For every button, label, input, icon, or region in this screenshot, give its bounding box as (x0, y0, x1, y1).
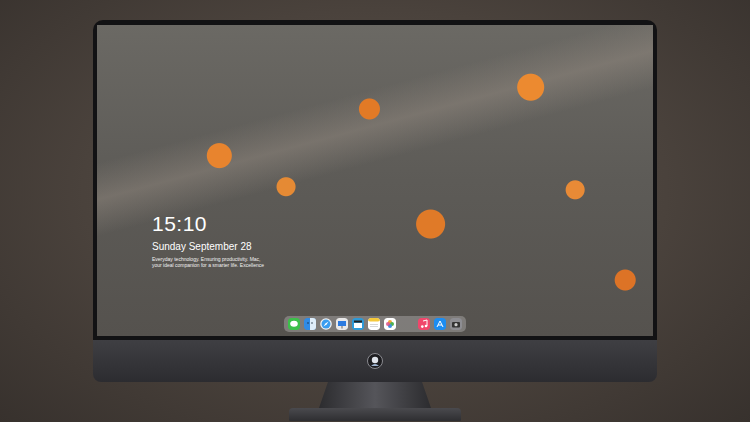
dock-item[interactable] (384, 318, 396, 330)
notes-icon (368, 318, 380, 330)
lock-clock: 15:10 Sunday September 28 Everyday techn… (152, 212, 653, 268)
monitor-base (289, 408, 461, 421)
logo-icon (367, 353, 383, 369)
monitor-bezel: 15:10 Sunday September 28 Everyday techn… (93, 20, 657, 340)
camera-icon (450, 318, 462, 330)
dock-item[interactable] (304, 318, 316, 330)
dock-item[interactable] (288, 318, 300, 330)
dock-item[interactable] (450, 318, 462, 330)
monitor: 15:10 Sunday September 28 Everyday techn… (93, 20, 657, 382)
monitor-stand (319, 382, 431, 408)
messages-icon (288, 318, 300, 330)
photos-icon (384, 318, 396, 330)
dock-item[interactable] (418, 318, 430, 330)
clock-time: 15:10 (152, 212, 653, 236)
clock-date: Sunday September 28 (152, 240, 653, 253)
dock (284, 316, 466, 332)
dock-item[interactable] (320, 318, 332, 330)
dock-item[interactable] (368, 318, 380, 330)
desktop-screen: 15:10 Sunday September 28 Everyday techn… (97, 25, 653, 336)
monitor-chin (93, 340, 657, 382)
clock-tagline: Everyday technology. Ensuring productivi… (152, 256, 270, 268)
dock-item[interactable] (352, 318, 364, 330)
safari-icon (320, 318, 332, 330)
keynote-icon (336, 318, 348, 330)
dock-item[interactable] (434, 318, 446, 330)
music-icon (418, 318, 430, 330)
app-store-icon (434, 318, 446, 330)
dock-item[interactable] (336, 318, 348, 330)
clapper-icon (352, 318, 364, 330)
finder-icon (304, 318, 316, 330)
